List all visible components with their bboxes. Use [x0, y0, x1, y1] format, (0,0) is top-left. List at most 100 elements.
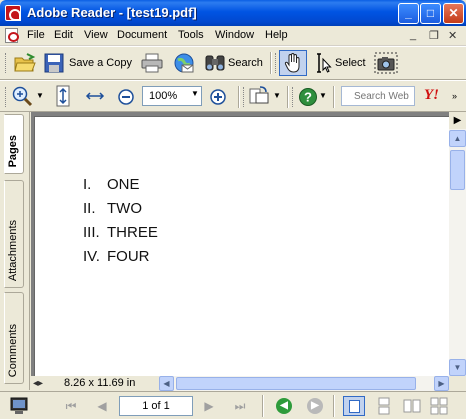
fit-height-icon — [56, 85, 70, 107]
chevron-down-icon: ▼ — [319, 91, 327, 100]
open-button[interactable] — [12, 51, 38, 75]
status-row: ◂▸ 8.26 x 11.69 in ◀ ▶ — [31, 376, 466, 391]
list-item-text: THREE — [107, 224, 158, 241]
last-page-button[interactable]: ⏭ — [230, 397, 250, 415]
snapshot-button[interactable] — [373, 51, 399, 75]
toolbar-separator — [262, 395, 264, 417]
file-toolbar: Save a Copy Search Select — [0, 46, 466, 80]
save-copy-button[interactable] — [42, 51, 66, 75]
fit-width-button[interactable] — [84, 85, 106, 109]
help-icon: ? — [299, 88, 317, 106]
menu-help[interactable]: Help — [265, 29, 288, 41]
menu-tools[interactable]: Tools — [178, 29, 204, 41]
scroll-left-button[interactable]: ◀ — [159, 376, 174, 391]
tab-comments[interactable]: Comments — [4, 292, 24, 384]
document-view[interactable]: I. ONE II. TWO III. THREE IV. FOUR — [31, 112, 449, 376]
fit-width-icon — [85, 92, 105, 100]
page-number-field[interactable]: 1 of 1 — [119, 396, 193, 416]
split-view-icon[interactable]: ◂▸ — [33, 378, 43, 389]
previous-view-button[interactable]: ◀ — [276, 398, 292, 414]
pdf-page[interactable]: I. ONE II. TWO III. THREE IV. FOUR — [34, 116, 449, 376]
list-item-number: II. — [83, 200, 96, 217]
menu-document[interactable]: Document — [117, 29, 167, 41]
chevron-down-icon: ▼ — [36, 91, 44, 100]
close-button[interactable]: ✕ — [443, 3, 464, 24]
save-copy-label[interactable]: Save a Copy — [69, 57, 132, 69]
minimize-button[interactable]: _ — [398, 3, 419, 24]
panel-expand-arrow-icon[interactable]: ▶ — [449, 112, 466, 129]
search-web-field[interactable] — [341, 86, 415, 106]
toolbar-grip[interactable] — [275, 53, 278, 73]
plus-circle-icon — [210, 89, 226, 105]
tab-comments-label: Comments — [7, 323, 19, 377]
single-page-icon — [349, 400, 360, 413]
single-page-layout-button[interactable] — [343, 396, 365, 416]
select-tool-button[interactable] — [312, 51, 334, 75]
rotate-page-icon — [249, 86, 269, 104]
list-item-text: ONE — [107, 176, 140, 193]
continuous-facing-layout-button[interactable] — [428, 396, 450, 416]
next-view-button[interactable]: ▶ — [307, 398, 323, 414]
doc-minimize-button[interactable]: _ — [410, 29, 416, 41]
page-size-label: 8.26 x 11.69 in — [64, 377, 136, 389]
list-item-text: FOUR — [107, 248, 150, 265]
yahoo-logo-icon: Y! — [424, 87, 439, 103]
hand-tool-button[interactable] — [279, 50, 307, 76]
menu-edit[interactable]: Edit — [54, 29, 73, 41]
toolbar-grip[interactable] — [5, 53, 8, 73]
maximize-button[interactable]: □ — [420, 3, 441, 24]
horizontal-scroll-thumb[interactable] — [176, 377, 416, 390]
toolbar-grip[interactable] — [292, 87, 295, 107]
search-label[interactable]: Search — [228, 57, 263, 69]
vertical-scrollbar[interactable]: ▶ ▲ ▼ — [449, 112, 466, 376]
yahoo-button[interactable]: Y! — [420, 85, 446, 109]
doc-restore-button[interactable]: ❐ — [429, 29, 439, 42]
list-item-number: I. — [83, 176, 92, 193]
chevron-down-icon[interactable]: ▼ — [191, 89, 199, 98]
next-page-button[interactable]: ▶ — [199, 397, 219, 415]
document-window-controls: _ ❐ ✕ — [408, 29, 464, 43]
tab-attachments[interactable]: Attachments — [4, 180, 24, 288]
select-label[interactable]: Select — [335, 57, 366, 69]
scroll-up-button[interactable]: ▲ — [449, 130, 466, 147]
facing-layout-button[interactable] — [400, 396, 422, 416]
actual-size-button[interactable] — [52, 85, 74, 109]
toolbar-overflow-icon[interactable]: » — [452, 91, 457, 101]
scroll-right-button[interactable]: ▶ — [434, 376, 449, 391]
toolbar-grip[interactable] — [243, 87, 246, 107]
print-button[interactable] — [140, 51, 164, 75]
scroll-down-button[interactable]: ▼ — [449, 359, 466, 376]
first-page-button[interactable]: ⏮ — [61, 397, 81, 415]
zoom-level-select[interactable]: 100% ▼ — [142, 86, 202, 106]
document-icon[interactable] — [5, 28, 19, 43]
svg-text:?: ? — [304, 90, 312, 105]
floppy-disk-icon — [44, 53, 64, 73]
search-button[interactable] — [203, 51, 227, 75]
hand-icon — [284, 52, 300, 73]
horizontal-scrollbar[interactable]: ◀ ▶ — [159, 376, 449, 391]
help-button[interactable]: ? ▼ — [297, 85, 327, 109]
binoculars-icon — [205, 55, 225, 71]
zoom-out-button[interactable] — [115, 85, 137, 109]
vertical-scroll-thumb[interactable] — [450, 150, 465, 190]
page-navigation-bar: ⏮ ◀ 1 of 1 ▶ ⏭ ◀ ▶ — [0, 391, 466, 419]
zoom-in-button[interactable] — [207, 85, 229, 109]
menu-view[interactable]: View — [84, 29, 108, 41]
menu-window[interactable]: Window — [215, 29, 254, 41]
tab-pages-label: Pages — [7, 134, 19, 167]
title-bar[interactable]: Adobe Reader - [test19.pdf] _ □ ✕ — [0, 0, 466, 26]
continuous-layout-button[interactable] — [372, 396, 394, 416]
toolbar-grip[interactable] — [5, 87, 8, 107]
toolbar-separator — [333, 395, 335, 417]
thumbnail-view-button[interactable] — [8, 395, 30, 419]
menu-file[interactable]: File — [27, 29, 45, 41]
zoom-level-value: 100% — [149, 90, 178, 102]
doc-close-button[interactable]: ✕ — [448, 29, 457, 42]
email-button[interactable] — [172, 51, 196, 75]
search-web-input[interactable] — [342, 87, 414, 105]
zoom-tool-button[interactable]: ▼ — [11, 85, 45, 109]
continuous-page-icon — [378, 397, 390, 415]
tab-pages[interactable]: Pages — [4, 114, 24, 174]
rotate-view-button[interactable]: ▼ — [248, 85, 282, 109]
previous-page-button[interactable]: ◀ — [92, 397, 112, 415]
